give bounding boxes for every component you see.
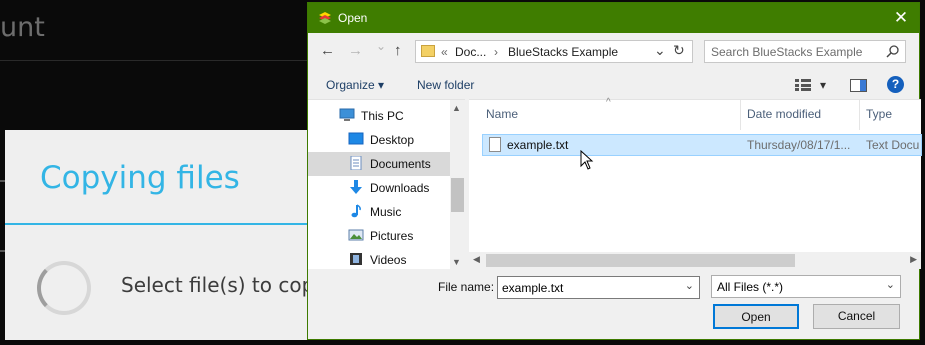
change-view-icon[interactable] <box>795 79 811 91</box>
help-icon[interactable]: ? <box>887 76 904 93</box>
breadcrumb-documents[interactable]: Doc... <box>455 45 486 59</box>
navigation-bar: ← → ⌄ ↑ « Doc... › BlueStacks Example ⌄ … <box>308 37 919 67</box>
pictures-icon <box>348 229 364 241</box>
file-name-label: File name: <box>438 280 495 294</box>
scroll-up-icon[interactable]: ▲ <box>452 103 461 113</box>
file-name-cell: example.txt <box>507 138 569 152</box>
file-name-input[interactable]: example.txt ⌄ <box>497 276 700 299</box>
nav-item-label: Videos <box>370 253 407 267</box>
back-arrow-icon[interactable]: ← <box>320 42 335 59</box>
new-folder-button[interactable]: New folder <box>417 78 474 92</box>
copying-files-divider <box>5 223 310 225</box>
refresh-icon[interactable]: ↻ <box>673 42 685 59</box>
search-placeholder: Search BlueStacks Example <box>711 45 863 59</box>
recent-locations-icon[interactable]: ⌄ <box>376 39 386 53</box>
text-file-icon <box>489 137 501 152</box>
nav-item-desktop[interactable]: Desktop <box>308 128 450 152</box>
nav-item-label: Music <box>370 205 402 219</box>
file-name-value: example.txt <box>502 281 564 295</box>
file-row-example-txt[interactable]: example.txt Thursday/08/17/1... Text Doc… <box>482 134 922 156</box>
scrollbar-thumb[interactable] <box>451 178 464 212</box>
breadcrumb-bluestacks-example[interactable]: BlueStacks Example <box>508 45 618 59</box>
breadcrumb-separator: › <box>494 45 498 59</box>
nav-item-label: Desktop <box>370 133 415 147</box>
search-icon[interactable] <box>886 45 899 58</box>
nav-item-downloads[interactable]: Downloads <box>308 176 450 200</box>
nav-pane-scrollbar[interactable]: ▲ ▼ <box>450 100 465 270</box>
bluestacks-app-icon <box>319 12 331 24</box>
scrollbar-thumb[interactable] <box>486 254 795 267</box>
nav-item-music[interactable]: Music <box>308 200 450 224</box>
breadcrumb-overflow[interactable]: « <box>441 45 448 59</box>
scroll-left-icon[interactable]: ◀ <box>473 254 480 265</box>
column-header-type[interactable]: Type <box>866 107 892 121</box>
navigation-pane: This PC Desktop Documents Downloads Musi… <box>308 99 465 272</box>
file-list-pane: ^ Name Date modified Type example.txt Th… <box>469 97 922 269</box>
file-type-cell: Text Docu <box>866 138 920 152</box>
command-toolbar: Organize ▾ New folder ▾ ? <box>308 71 919 99</box>
documents-icon <box>350 156 362 170</box>
address-dropdown-icon[interactable]: ⌄ <box>654 42 666 59</box>
file-date-cell: Thursday/08/17/1... <box>747 138 851 152</box>
close-icon[interactable]: ✕ <box>891 8 911 28</box>
column-header-date-modified[interactable]: Date modified <box>747 107 821 121</box>
file-type-filter-value: All Files (*.*) <box>717 280 784 294</box>
scroll-right-icon[interactable]: ▶ <box>910 254 917 265</box>
forward-arrow-icon[interactable]: → <box>348 42 363 59</box>
search-box[interactable]: Search BlueStacks Example <box>704 40 906 63</box>
chevron-down-icon[interactable]: ⌄ <box>886 278 895 291</box>
downloads-icon <box>350 180 362 194</box>
dialog-titlebar[interactable]: Open ✕ <box>308 3 919 33</box>
background-header-title: unt <box>0 12 45 43</box>
file-type-filter-select[interactable]: All Files (*.*) ⌄ <box>711 275 901 298</box>
videos-icon <box>350 253 362 265</box>
scroll-down-icon[interactable]: ▼ <box>452 257 461 267</box>
copying-files-dialog: Copying files Select file(s) to copy <box>5 130 326 340</box>
sort-ascending-icon: ^ <box>606 97 611 108</box>
preview-pane-icon[interactable] <box>850 79 867 92</box>
column-header-name[interactable]: Name <box>486 107 518 121</box>
mouse-cursor-icon <box>580 150 594 170</box>
desktop-icon <box>348 132 364 145</box>
nav-item-label: Documents <box>370 157 431 171</box>
nav-item-videos[interactable]: Videos <box>308 248 450 272</box>
computer-icon <box>339 108 355 121</box>
organize-menu[interactable]: Organize ▾ <box>326 78 384 92</box>
copying-files-title: Copying files <box>40 160 240 196</box>
nav-item-label: Pictures <box>370 229 414 243</box>
dialog-title: Open <box>338 11 368 25</box>
up-arrow-icon[interactable]: ↑ <box>394 42 402 59</box>
music-icon <box>351 204 361 218</box>
nav-item-label: This PC <box>361 109 404 123</box>
cancel-button[interactable]: Cancel <box>813 304 900 329</box>
column-divider[interactable] <box>859 100 860 130</box>
open-file-dialog: Open ✕ ← → ⌄ ↑ « Doc... › BlueStacks Exa… <box>307 2 922 340</box>
chevron-down-icon[interactable]: ⌄ <box>685 279 694 292</box>
column-divider[interactable] <box>740 100 741 130</box>
file-list-scrollbar[interactable]: ◀ ▶ <box>469 252 921 269</box>
address-bar[interactable]: « Doc... › BlueStacks Example ⌄ ↻ <box>415 40 693 63</box>
nav-item-this-pc[interactable]: This PC <box>308 104 450 128</box>
background-divider <box>0 60 310 61</box>
nav-item-label: Downloads <box>370 181 430 195</box>
nav-item-pictures[interactable]: Pictures <box>308 224 450 248</box>
open-button[interactable]: Open <box>713 304 799 329</box>
view-options-dropdown-icon[interactable]: ▾ <box>820 78 826 92</box>
loading-spinner-icon <box>37 261 91 315</box>
nav-item-documents[interactable]: Documents <box>308 152 450 176</box>
copying-files-message: Select file(s) to copy <box>121 273 327 297</box>
folder-icon <box>421 45 435 57</box>
